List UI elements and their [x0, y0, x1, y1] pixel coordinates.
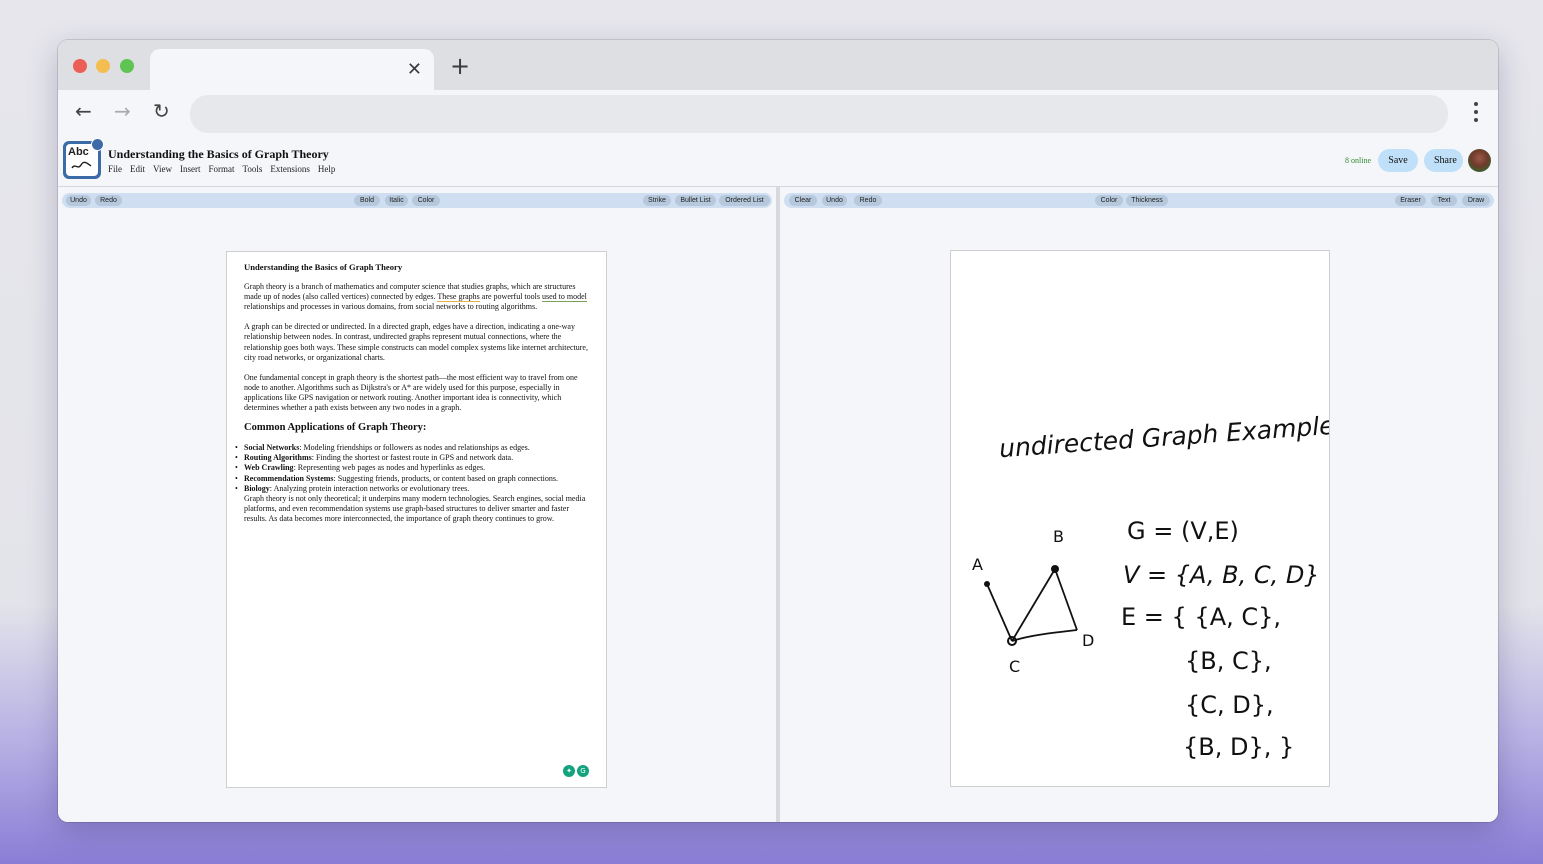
list-item: Recommendation Systems: Suggesting frien… — [235, 474, 589, 484]
tab-close-icon[interactable]: ✕ — [407, 59, 422, 80]
doc-paragraph-3: One fundamental concept in graph theory … — [244, 372, 578, 413]
document-page[interactable]: Understanding the Basics of Graph Theory… — [226, 251, 607, 788]
bullet-list-button[interactable]: Bullet List — [675, 195, 716, 206]
node-a — [984, 581, 990, 587]
document-title[interactable]: Understanding the Basics of Graph Theory — [108, 147, 329, 162]
def-edges: E = { {A, C}, — [1121, 603, 1281, 631]
drawing-heading: undirected Graph Example : — [998, 410, 1329, 464]
maximize-window-button[interactable] — [120, 59, 134, 73]
edge-b-d — [1054, 568, 1078, 631]
editor-toolbar: Undo Redo Bold Italic Color Strike Bulle… — [62, 193, 772, 208]
list-item: Web Crawling: Representing web pages as … — [235, 463, 589, 473]
canvas-toolbar: Clear Undo Redo Color Thickness Eraser T… — [784, 193, 1494, 208]
edge-b-c — [1011, 568, 1056, 642]
ordered-list-button[interactable]: Ordered List — [719, 195, 770, 206]
doc-closing: Graph theory is not only theoretical; it… — [244, 493, 586, 523]
thickness-button[interactable]: Thickness — [1126, 195, 1168, 206]
drawing-canvas[interactable]: undirected Graph Example : A B C D G = (… — [950, 250, 1330, 787]
app-header: Abc Understanding the Basics of Graph Th… — [58, 136, 1498, 187]
writing-assistant: ✦ G — [563, 765, 589, 777]
doc-paragraph-2: A graph can be directed or undirected. I… — [244, 322, 588, 362]
browser-window: ✕ + ← → ↻ Abc Understanding the Basics o… — [58, 40, 1498, 822]
minimize-window-button[interactable] — [96, 59, 110, 73]
node-label-a: A — [972, 555, 983, 574]
edge-c-d — [1011, 629, 1078, 642]
editor-redo-button[interactable]: Redo — [95, 195, 122, 206]
list-item: Social Networks: Modeling friendships or… — [235, 443, 589, 453]
tab-bar: ✕ + — [58, 40, 1498, 90]
node-label-c: C — [1009, 657, 1020, 676]
italic-button[interactable]: Italic — [385, 195, 408, 206]
text-color-button[interactable]: Color — [412, 195, 440, 206]
online-count: 8 online — [1345, 156, 1371, 165]
forward-arrow-icon[interactable]: → — [114, 101, 131, 121]
app-logo[interactable]: Abc — [63, 138, 104, 179]
bold-button[interactable]: Bold — [354, 195, 380, 206]
menu-view[interactable]: View — [153, 164, 172, 174]
applications-list: Social Networks: Modeling friendships or… — [235, 443, 589, 524]
doc-heading: Understanding the Basics of Graph Theory — [244, 262, 403, 272]
canvas-redo-button[interactable]: Redo — [854, 195, 882, 206]
address-bar[interactable] — [190, 95, 1448, 133]
draw-tool-button[interactable]: Draw — [1462, 195, 1490, 206]
list-item: Routing Algorithms: Finding the shortest… — [235, 453, 589, 463]
grammarly-icon[interactable]: G — [577, 765, 589, 777]
menu-help[interactable]: Help — [318, 164, 336, 174]
grammar-suggestion[interactable]: These graphs — [437, 292, 480, 303]
menu-insert[interactable]: Insert — [180, 164, 201, 174]
editor-undo-button[interactable]: Undo — [66, 195, 91, 206]
node-label-b: B — [1053, 527, 1064, 546]
close-window-button[interactable] — [73, 59, 87, 73]
new-tab-button[interactable]: + — [450, 54, 470, 78]
menu-extensions[interactable]: Extensions — [270, 164, 310, 174]
edge-set-cd: {C, D}, — [1185, 691, 1274, 719]
reload-icon[interactable]: ↻ — [153, 101, 170, 121]
editor-pane: Undo Redo Bold Italic Color Strike Bulle… — [58, 187, 776, 822]
canvas-undo-button[interactable]: Undo — [822, 195, 847, 206]
save-button[interactable]: Save — [1378, 149, 1418, 172]
menu-bar: File Edit View Insert Format Tools Exten… — [108, 164, 335, 174]
style-suggestion[interactable]: used to model — [541, 292, 587, 303]
def-vertices: V = {A, B, C, D} — [1123, 561, 1320, 589]
menu-edit[interactable]: Edit — [130, 164, 145, 174]
edge-a-c — [986, 583, 1013, 642]
navigation-bar: ← → ↻ — [58, 90, 1498, 136]
canvas-pane: Clear Undo Redo Color Thickness Eraser T… — [780, 187, 1498, 822]
edge-set-bc: {B, C}, — [1185, 647, 1272, 675]
eraser-button[interactable]: Eraser — [1395, 195, 1426, 206]
browser-tab[interactable]: ✕ — [150, 49, 434, 90]
share-button[interactable]: Share — [1424, 149, 1463, 172]
node-label-d: D — [1082, 631, 1094, 650]
doc-paragraph-1: Graph theory is a branch of mathematics … — [244, 282, 587, 312]
strikethrough-button[interactable]: Strike — [643, 195, 671, 206]
clear-button[interactable]: Clear — [789, 195, 817, 206]
collaborators-icon — [91, 138, 104, 151]
menu-file[interactable]: File — [108, 164, 122, 174]
bulb-icon[interactable]: ✦ — [563, 765, 575, 777]
browser-menu-icon[interactable] — [1474, 102, 1478, 126]
back-arrow-icon[interactable]: ← — [75, 101, 92, 121]
handwritten-drawing: undirected Graph Example : A B C D G = (… — [972, 410, 1329, 761]
node-b — [1051, 565, 1059, 573]
menu-tools[interactable]: Tools — [242, 164, 262, 174]
edge-set-bd: {B, D}, } — [1183, 733, 1294, 761]
text-tool-button[interactable]: Text — [1431, 195, 1457, 206]
doc-subheading: Common Applications of Graph Theory: — [244, 422, 427, 434]
avatar[interactable] — [1468, 149, 1491, 172]
def-graph: G = (V,E) — [1127, 517, 1239, 545]
list-item: Biology: Analyzing protein interaction n… — [235, 484, 589, 524]
stroke-color-button[interactable]: Color — [1095, 195, 1123, 206]
menu-format[interactable]: Format — [208, 164, 234, 174]
